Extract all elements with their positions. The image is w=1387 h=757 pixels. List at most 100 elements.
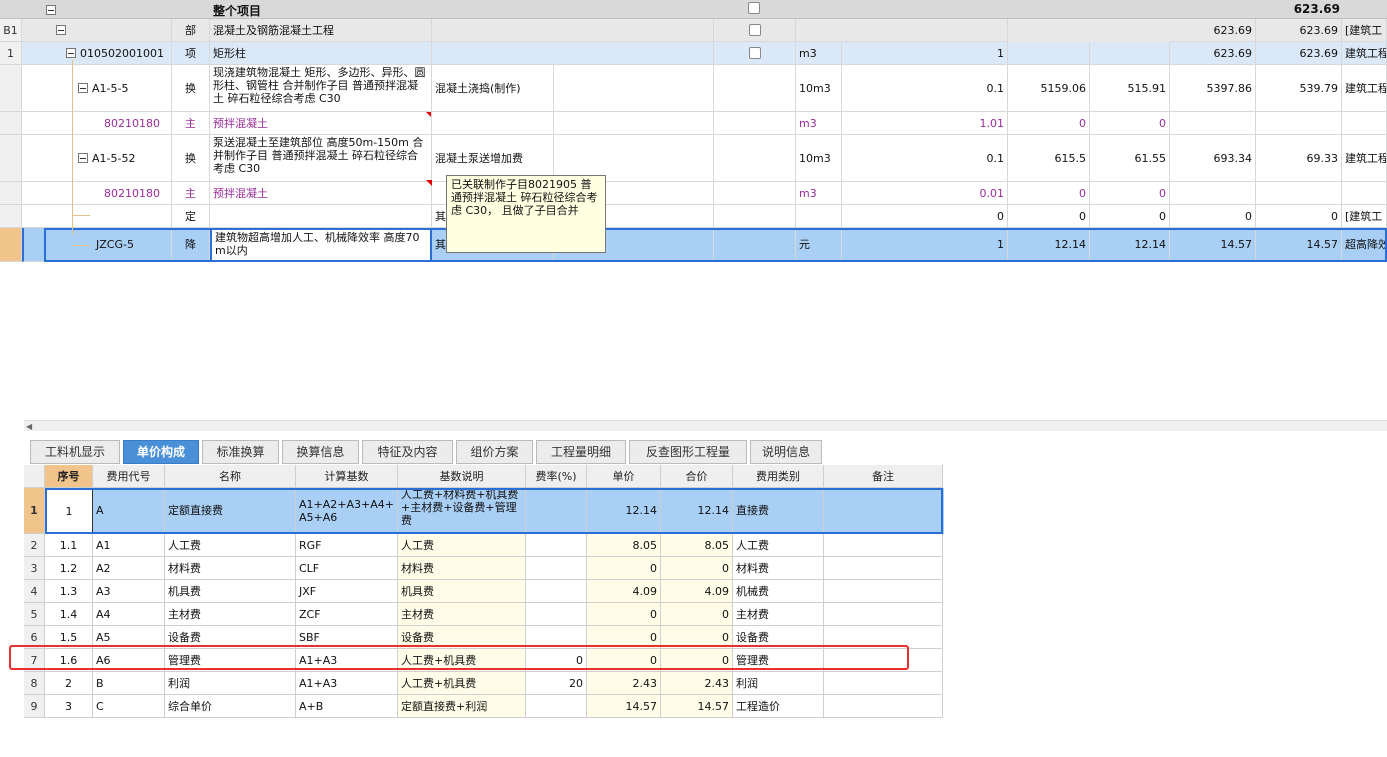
- col-header[interactable]: 基数说明: [398, 465, 526, 488]
- header-checkbox[interactable]: [748, 2, 760, 17]
- row-code[interactable]: A4: [93, 603, 165, 626]
- tab-labor-material[interactable]: 工料机显示: [30, 440, 120, 464]
- row-name: 泵送混凝土至建筑部位 高度50m-150m 合并制作子目 普通预拌混凝土 碎石粒…: [210, 135, 432, 182]
- col-header[interactable]: 计算基数: [296, 465, 398, 488]
- row-rate[interactable]: [526, 695, 587, 718]
- col-header[interactable]: 费用代号: [93, 465, 165, 488]
- row-code[interactable]: A2: [93, 557, 165, 580]
- row-type[interactable]: 直接费: [733, 488, 824, 534]
- tab-unit-price[interactable]: 单价构成: [123, 440, 199, 464]
- tab-quantity-detail[interactable]: 工程量明细: [536, 440, 626, 464]
- tree-toggle-icon[interactable]: [66, 48, 76, 58]
- table-row-selected[interactable]: JZCG-5 降 建筑物超高增加人工、机械降效率 高度70m以内 其 元 1 1…: [0, 228, 1387, 262]
- row-type[interactable]: 主材费: [733, 603, 824, 626]
- row-code-cell[interactable]: 010502001001: [22, 42, 172, 65]
- tree-toggle-icon[interactable]: [78, 153, 88, 163]
- row-name[interactable]: 利润: [165, 672, 296, 695]
- row-note[interactable]: [824, 672, 943, 695]
- col-header[interactable]: 单价: [587, 465, 661, 488]
- row-rate[interactable]: [526, 488, 587, 534]
- row-note[interactable]: [824, 603, 943, 626]
- tab-conversion-info[interactable]: 换算信息: [282, 440, 359, 464]
- row-code[interactable]: B: [93, 672, 165, 695]
- row-type[interactable]: 人工费: [733, 534, 824, 557]
- row-code[interactable]: A3: [93, 580, 165, 603]
- row-checkbox[interactable]: [714, 42, 796, 65]
- row-rate[interactable]: [526, 534, 587, 557]
- row-name: 混凝土及钢筋混凝土工程: [210, 19, 432, 42]
- row-code[interactable]: A1: [93, 534, 165, 557]
- tree-toggle-icon[interactable]: [22, 19, 172, 42]
- col-header[interactable]: 合价: [661, 465, 733, 488]
- table-row[interactable]: 2 1.1 A1 人工费 RGF 人工费 8.05 8.05 人工费: [24, 534, 944, 557]
- row-name[interactable]: 综合单价: [165, 695, 296, 718]
- row-seq[interactable]: 1: [45, 488, 93, 534]
- row-rate[interactable]: [526, 557, 587, 580]
- table-row[interactable]: A1-5-5 换 现浇建筑物混凝土 矩形、多边形、异形、圆形柱、钢管柱 合并制作…: [0, 65, 1387, 118]
- row-code-cell[interactable]: A1-5-52: [22, 135, 172, 182]
- collapse-all-icon[interactable]: [46, 3, 60, 16]
- table-row[interactable]: 80210180 主 预拌混凝土 m3 0.01 0 0: [0, 180, 1387, 205]
- row-rate[interactable]: [526, 580, 587, 603]
- table-row-selected[interactable]: 1 1 A 定额直接费 A1+A2+A3+A4+A5+A6 人工费+材料费+机具…: [24, 488, 944, 534]
- row-seq[interactable]: 3: [45, 695, 93, 718]
- row-base[interactable]: A1+A3: [296, 672, 398, 695]
- tab-features[interactable]: 特征及内容: [362, 440, 453, 464]
- tab-std-conversion[interactable]: 标准换算: [202, 440, 279, 464]
- row-name[interactable]: 机具费: [165, 580, 296, 603]
- table-row[interactable]: 定 其 0 0 0 0 0 [建筑工: [0, 205, 1387, 228]
- table-row[interactable]: 9 3 C 综合单价 A+B 定额直接费+利润 14.57 14.57 工程造价: [24, 695, 944, 718]
- tab-reverse-lookup[interactable]: 反查图形工程量: [629, 440, 747, 464]
- row-type[interactable]: 材料费: [733, 557, 824, 580]
- tab-notes[interactable]: 说明信息: [750, 440, 822, 464]
- col-header[interactable]: 费用类别: [733, 465, 824, 488]
- table-row[interactable]: 4 1.3 A3 机具费 JXF 机具费 4.09 4.09 机械费: [24, 580, 944, 603]
- row-note[interactable]: [824, 534, 943, 557]
- table-row[interactable]: 3 1.2 A2 材料费 CLF 材料费 0 0 材料费: [24, 557, 944, 580]
- col-header[interactable]: 备注: [824, 465, 943, 488]
- row-base[interactable]: CLF: [296, 557, 398, 580]
- table-row[interactable]: A1-5-52 换 泵送混凝土至建筑部位 高度50m-150m 合并制作子目 普…: [0, 135, 1387, 182]
- col-header[interactable]: 费率(%): [526, 465, 587, 488]
- horizontal-scrollbar[interactable]: ◀: [24, 420, 1387, 431]
- table-row[interactable]: 8 2 B 利润 A1+A3 人工费+机具费 20 2.43 2.43 利润: [24, 672, 944, 695]
- row-rate[interactable]: [526, 603, 587, 626]
- row-seq[interactable]: 1.2: [45, 557, 93, 580]
- row-note[interactable]: [824, 557, 943, 580]
- table-row[interactable]: 5 1.4 A4 主材费 ZCF 主材费 0 0 主材费: [24, 603, 944, 626]
- row-seq[interactable]: 1.1: [45, 534, 93, 557]
- row-code[interactable]: C: [93, 695, 165, 718]
- row-base[interactable]: RGF: [296, 534, 398, 557]
- row-note[interactable]: [824, 488, 943, 534]
- row-rate[interactable]: 20: [526, 672, 587, 695]
- row-note[interactable]: [824, 695, 943, 718]
- col-header[interactable]: 名称: [165, 465, 296, 488]
- row-type[interactable]: 机械费: [733, 580, 824, 603]
- table-row[interactable]: B1 部 混凝土及钢筋混凝土工程 623.69 623.69 [建筑工: [0, 19, 1387, 42]
- row-seq[interactable]: 2: [45, 672, 93, 695]
- row-name[interactable]: 主材费: [165, 603, 296, 626]
- row-checkbox[interactable]: [714, 19, 796, 42]
- row-note[interactable]: [824, 580, 943, 603]
- table-row[interactable]: 80210180 主 预拌混凝土 m3 1.01 0 0: [0, 112, 1387, 135]
- row-type[interactable]: 工程造价: [733, 695, 824, 718]
- row-code-cell[interactable]: A1-5-5: [22, 65, 172, 112]
- tab-pricing-plan[interactable]: 组价方案: [456, 440, 533, 464]
- row-seq[interactable]: 1.3: [45, 580, 93, 603]
- row-base[interactable]: JXF: [296, 580, 398, 603]
- row-seq[interactable]: 1.4: [45, 603, 93, 626]
- row-name[interactable]: 定额直接费: [165, 488, 296, 534]
- row-base[interactable]: ZCF: [296, 603, 398, 626]
- row-name[interactable]: 人工费: [165, 534, 296, 557]
- row-base[interactable]: A+B: [296, 695, 398, 718]
- row-code[interactable]: A: [93, 488, 165, 534]
- row-name[interactable]: 材料费: [165, 557, 296, 580]
- scroll-left-icon[interactable]: ◀: [26, 422, 32, 431]
- tree-toggle-icon[interactable]: [78, 83, 88, 93]
- row-base[interactable]: A1+A2+A3+A4+A5+A6: [296, 488, 398, 534]
- row-type[interactable]: 利润: [733, 672, 824, 695]
- row-name-editor[interactable]: 建筑物超高增加人工、机械降效率 高度70m以内: [210, 228, 432, 262]
- col-header[interactable]: 序号: [45, 465, 93, 488]
- table-row[interactable]: 1 010502001001 项 矩形柱 m3 1 623.69 623.69 …: [0, 42, 1387, 65]
- row-number: B1: [0, 19, 22, 42]
